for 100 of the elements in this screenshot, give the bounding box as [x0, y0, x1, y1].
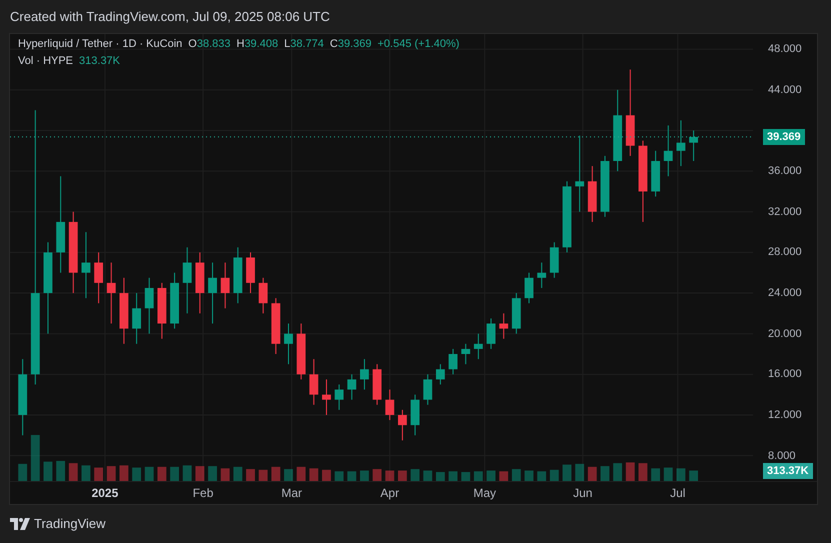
volume-bar: [423, 470, 432, 481]
volume-bar: [68, 463, 78, 481]
candle: [524, 272, 534, 304]
volume-bar: [220, 468, 230, 481]
price-label: 28.000: [768, 245, 802, 260]
volume-bar: [410, 469, 420, 481]
volume-bar: [334, 471, 344, 481]
volume-bar: [512, 469, 521, 481]
last-price-badge: 39.369: [763, 128, 805, 145]
price-change: +0.545 (+1.40%): [377, 37, 460, 51]
candle: [208, 262, 217, 324]
ohlc-value: H39.408: [236, 37, 278, 51]
volume-label: Vol · HYPE: [18, 54, 74, 68]
volume-bar: [550, 470, 559, 481]
candle: [448, 348, 458, 374]
date-label: 2025: [92, 486, 118, 500]
date-label: Jun: [573, 486, 592, 500]
candle: [246, 252, 255, 294]
volume-bar: [486, 470, 496, 481]
volume-bar: [664, 468, 673, 481]
volume-badge: 313.37K: [763, 463, 813, 479]
candle: [144, 278, 154, 334]
candle: [550, 242, 559, 278]
price-label: 32.000: [768, 204, 802, 219]
volume-bar: [182, 465, 192, 481]
volume-bar: [82, 465, 90, 481]
volume-bar: [322, 470, 331, 481]
volume-bar: [626, 462, 635, 481]
candle: [562, 181, 572, 252]
candle: [132, 293, 142, 344]
candle: [385, 390, 394, 420]
candle: [284, 324, 293, 364]
volume-bar: [44, 462, 52, 481]
ohlc-value: C39.369: [330, 37, 372, 51]
volume-bar: [195, 466, 204, 481]
date-label: Mar: [281, 486, 302, 500]
date-label: Feb: [192, 486, 214, 500]
volume-bar: [613, 463, 622, 481]
volume-bar: [144, 466, 154, 481]
candle: [537, 262, 546, 288]
candle: [309, 359, 318, 405]
candle: [106, 262, 116, 324]
candle: [474, 334, 483, 360]
volume-bar: [56, 460, 66, 481]
ohlc-value: L38.774: [284, 37, 324, 51]
volume-bar: [588, 466, 597, 481]
volume-bar: [258, 470, 268, 481]
candle: [157, 282, 166, 339]
candle: [258, 278, 268, 314]
volume-bar: [372, 469, 382, 481]
price-label: 48.000: [768, 42, 802, 56]
candle: [233, 247, 242, 304]
candle: [423, 374, 432, 405]
volume-bar: [638, 463, 648, 481]
date-label: Jul: [670, 486, 686, 500]
candle: [486, 318, 496, 349]
candle: [182, 247, 192, 314]
volume-bar: [474, 471, 483, 481]
volume-bar: [233, 466, 242, 481]
volume-bar: [398, 470, 407, 481]
volume-bar: [651, 468, 660, 481]
volume-bar: [18, 464, 28, 481]
volume-bar: [499, 471, 508, 481]
volume-bar: [562, 464, 572, 481]
volume-bar: [271, 466, 280, 481]
candle: [120, 278, 128, 344]
volume-bar: [448, 471, 458, 481]
brand-name: TradingView: [34, 515, 106, 534]
volume-bar: [676, 468, 686, 481]
candle: [689, 130, 698, 161]
volume-bar: [170, 466, 179, 481]
candle: [94, 252, 104, 304]
volume-bar: [461, 472, 470, 481]
candle: [436, 364, 445, 384]
symbol-title: Hyperliquid / Tether · 1D · KuCoin: [18, 37, 182, 51]
candle: [410, 394, 420, 436]
volume-bar: [132, 468, 142, 481]
candle: [220, 262, 230, 308]
volume-bar: [689, 470, 698, 481]
price-label: 12.000: [768, 408, 802, 422]
candle: [512, 293, 521, 334]
candle: [296, 324, 306, 380]
volume-bar: [600, 466, 610, 481]
logo-icon: [10, 518, 30, 530]
price-label: 36.000: [768, 164, 802, 178]
volume-bar: [246, 469, 255, 481]
ohlc-value: O38.833: [188, 37, 230, 51]
candle: [499, 313, 508, 339]
volume-bar: [436, 472, 445, 481]
candle: [322, 379, 331, 415]
header-caption: Created with TradingView.com, Jul 09, 2025 08:06 UTC: [10, 8, 330, 26]
candle: [664, 125, 673, 176]
candle: [372, 364, 382, 405]
volume-bar: [30, 435, 40, 481]
candle: [347, 374, 356, 400]
candle: [195, 252, 204, 314]
volume-bar: [208, 466, 217, 481]
candle: [461, 344, 470, 364]
volume-bar: [575, 464, 584, 481]
candle: [588, 166, 597, 222]
